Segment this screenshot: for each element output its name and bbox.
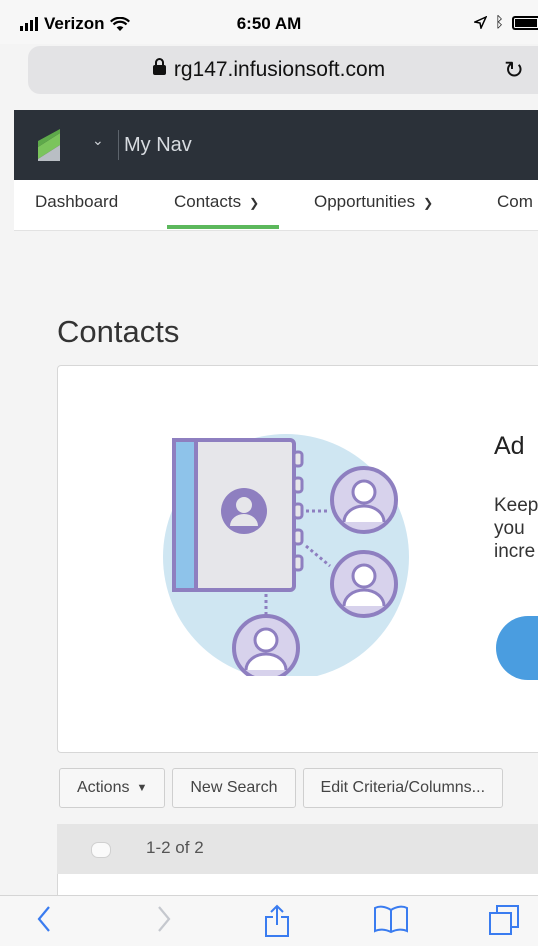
address-bar[interactable]: rg147.infusionsoft.com ↻	[28, 46, 538, 94]
active-tab-indicator	[167, 225, 279, 229]
edit-criteria-button[interactable]: Edit Criteria/Columns...	[302, 768, 504, 808]
share-icon[interactable]	[264, 904, 290, 938]
battery-icon	[512, 15, 538, 30]
reload-icon[interactable]: ↻	[504, 56, 524, 85]
browser-toolbar	[0, 895, 538, 946]
status-time: 6:50 AM	[236, 14, 302, 33]
logo-menu-chevron-icon[interactable]: ⌄	[92, 132, 104, 149]
blurb-line: you	[494, 518, 525, 539]
app-header: ⌄ My Nav	[14, 110, 538, 180]
infusionsoft-logo-icon[interactable]	[34, 125, 74, 165]
main-content: Contacts Ad Keep you incre Actions ▼ New…	[14, 231, 538, 895]
empty-state-heading: Ad	[494, 432, 525, 460]
blurb-line: incre	[494, 541, 536, 562]
my-nav-link[interactable]: My Nav	[124, 134, 192, 157]
actions-button[interactable]: Actions ▼	[59, 768, 166, 808]
lock-icon	[152, 58, 166, 75]
select-all-checkbox[interactable]	[91, 842, 111, 858]
url-display[interactable]: rg147.infusionsoft.com	[28, 58, 510, 82]
tab-contacts-label: Contacts	[174, 192, 242, 211]
empty-state-card: Ad Keep you incre	[57, 365, 538, 753]
tab-contacts[interactable]: Contacts ❯	[174, 192, 259, 212]
caret-down-icon: ▼	[136, 782, 148, 794]
status-bar: Verizon 6:50 AM ᛒ	[0, 0, 538, 44]
page-title: Contacts	[57, 313, 180, 349]
chevron-down-icon: ❯	[423, 196, 434, 210]
tab-overflow[interactable]: Com	[497, 192, 533, 212]
list-item[interactable]	[57, 874, 538, 895]
tabs-icon[interactable]	[488, 904, 520, 936]
address-book-illustration-icon	[163, 434, 409, 676]
top-nav: Dashboard Contacts ❯ Opportunities ❯ Com	[14, 180, 538, 231]
url-text: rg147.infusionsoft.com	[173, 58, 386, 81]
back-icon[interactable]	[36, 904, 52, 934]
add-contact-button[interactable]	[496, 616, 538, 680]
new-search-label: New Search	[190, 779, 278, 796]
contacts-toolbar: Actions ▼ New Search Edit Criteria/Column…	[59, 768, 504, 810]
header-divider	[118, 130, 119, 160]
forward-icon	[158, 906, 171, 932]
tab-dashboard[interactable]: Dashboard	[35, 192, 118, 212]
empty-state-blurb: Keep you incre	[494, 494, 538, 563]
location-arrow-icon	[473, 16, 487, 29]
blurb-line: Keep	[494, 495, 538, 516]
result-count: 1-2 of 2	[146, 838, 204, 857]
actions-label: Actions	[77, 779, 130, 796]
status-right-group: ᛒ	[473, 14, 538, 31]
tab-opportunities[interactable]: Opportunities ❯	[314, 192, 433, 212]
bookmarks-icon[interactable]	[373, 904, 409, 934]
tab-opportunities-label: Opportunities	[314, 192, 416, 211]
new-search-button[interactable]: New Search	[172, 768, 296, 808]
tab-overflow-label: Com	[497, 192, 533, 211]
list-header: 1-2 of 2	[57, 824, 538, 874]
bluetooth-icon: ᛒ	[494, 14, 504, 31]
edit-criteria-label: Edit Criteria/Columns...	[320, 779, 486, 796]
tab-dashboard-label: Dashboard	[35, 192, 119, 211]
chevron-down-icon: ❯	[249, 196, 260, 210]
